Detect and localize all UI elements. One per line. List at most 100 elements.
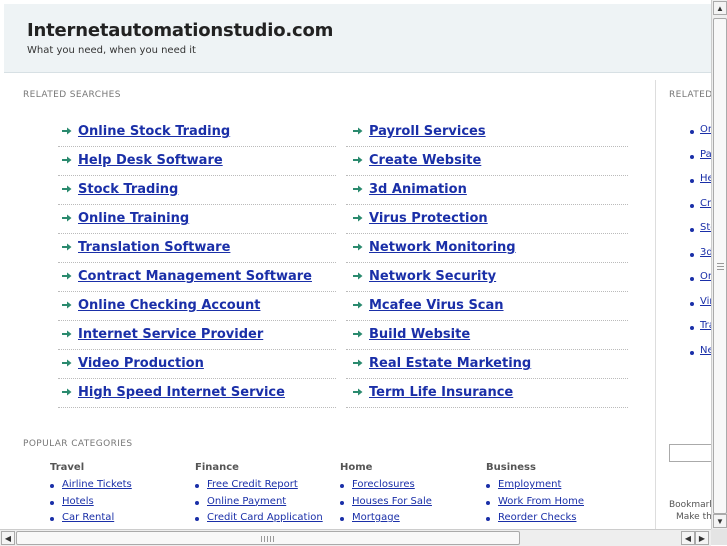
related-search-link[interactable]: 3d Animation bbox=[369, 182, 467, 197]
category-item[interactable]: Mortgage bbox=[340, 512, 432, 529]
arrow-right-icon bbox=[353, 214, 363, 222]
vertical-scroll-thumb[interactable] bbox=[713, 18, 727, 514]
bullet-icon bbox=[690, 179, 694, 183]
category-link[interactable]: Credit Card Application bbox=[207, 512, 323, 523]
arrow-right-icon bbox=[353, 272, 363, 280]
category-link[interactable]: Houses For Sale bbox=[352, 496, 432, 507]
scroll-right-button[interactable]: ▶ bbox=[695, 531, 709, 545]
category-item[interactable]: Houses For Sale bbox=[340, 496, 432, 513]
category-link[interactable]: Work From Home bbox=[498, 496, 584, 507]
related-search-link[interactable]: Real Estate Marketing bbox=[369, 356, 531, 371]
dotted-divider bbox=[346, 349, 628, 350]
category-link[interactable]: Mortgage bbox=[352, 512, 400, 523]
dotted-divider bbox=[346, 233, 628, 234]
related-search-link[interactable]: Online Training bbox=[78, 211, 189, 226]
related-search-link[interactable]: Online Checking Account bbox=[78, 298, 260, 313]
category-link[interactable]: Employment bbox=[498, 479, 561, 490]
related-search-link[interactable]: Build Website bbox=[369, 327, 470, 342]
arrow-right-icon bbox=[353, 301, 363, 309]
dotted-divider bbox=[58, 291, 336, 292]
arrow-right-icon bbox=[353, 330, 363, 338]
bookmark-line-2[interactable]: Make thi bbox=[669, 511, 715, 523]
scroll-left-button[interactable]: ◀ bbox=[1, 531, 15, 545]
related-search-link[interactable]: Online Stock Trading bbox=[78, 124, 230, 139]
category-item[interactable]: Foreclosures bbox=[340, 479, 432, 496]
category-item[interactable]: Airline Tickets bbox=[50, 479, 132, 496]
category-link[interactable]: Car Rental bbox=[62, 512, 114, 523]
dotted-divider bbox=[346, 291, 628, 292]
category-item[interactable]: Hotels bbox=[50, 496, 132, 513]
related-search-link[interactable]: Virus Protection bbox=[369, 211, 488, 226]
dotted-divider bbox=[58, 146, 336, 147]
horizontal-scrollbar[interactable]: ◀ ◀ ▶ bbox=[0, 529, 711, 546]
bookmark-line-1[interactable]: Bookmark bbox=[669, 499, 715, 511]
grip-icon bbox=[717, 263, 724, 271]
dotted-divider bbox=[58, 233, 336, 234]
related-search-link[interactable]: Video Production bbox=[78, 356, 204, 371]
related-search-link[interactable]: Contract Management Software bbox=[78, 269, 312, 284]
bullet-icon bbox=[50, 500, 54, 505]
category-item[interactable]: Employment bbox=[486, 479, 584, 496]
arrow-right-icon bbox=[62, 185, 72, 193]
sidebar-related-label: RELATED bbox=[669, 90, 713, 100]
category-column: Travel Airline Tickets Hotels Car Rental bbox=[50, 462, 132, 529]
related-search-link[interactable]: Mcafee Virus Scan bbox=[369, 298, 504, 313]
vertical-scrollbar[interactable]: ▲ ▼ bbox=[711, 0, 727, 529]
bullet-icon bbox=[690, 350, 694, 355]
category-list: Foreclosures Houses For Sale Mortgage bbox=[340, 479, 432, 529]
related-search-link[interactable]: Create Website bbox=[369, 153, 481, 168]
scroll-up-button[interactable]: ▲ bbox=[713, 1, 727, 15]
page-viewport: Internetautomationstudio.com What you ne… bbox=[0, 0, 711, 529]
related-search-link[interactable]: Translation Software bbox=[78, 240, 230, 255]
arrow-right-icon bbox=[353, 359, 363, 367]
category-item[interactable]: Reorder Checks bbox=[486, 512, 584, 529]
dotted-divider bbox=[346, 407, 628, 408]
scroll-left-button-2[interactable]: ◀ bbox=[681, 531, 695, 545]
site-title[interactable]: Internetautomationstudio.com bbox=[27, 20, 333, 41]
bullet-icon bbox=[195, 517, 199, 521]
related-searches-label: RELATED SEARCHES bbox=[23, 90, 121, 100]
related-search-link[interactable]: Network Security bbox=[369, 269, 496, 284]
category-link[interactable]: Free Credit Report bbox=[207, 479, 298, 490]
related-search-link[interactable]: Internet Service Provider bbox=[78, 327, 263, 342]
bullet-icon bbox=[486, 500, 490, 505]
bullet-icon bbox=[195, 484, 199, 488]
category-link[interactable]: Hotels bbox=[62, 496, 94, 507]
category-link[interactable]: Foreclosures bbox=[352, 479, 415, 490]
related-search-link[interactable]: Term Life Insurance bbox=[369, 385, 513, 400]
arrow-right-icon bbox=[353, 243, 363, 251]
category-item[interactable]: Car Rental bbox=[50, 512, 132, 529]
bullet-icon bbox=[690, 301, 694, 306]
arrow-right-icon bbox=[62, 127, 72, 135]
related-search-link[interactable]: Stock Trading bbox=[78, 182, 178, 197]
related-search-link[interactable]: Help Desk Software bbox=[78, 153, 223, 168]
arrow-right-icon bbox=[353, 185, 363, 193]
dotted-divider bbox=[58, 320, 336, 321]
scroll-down-button[interactable]: ▼ bbox=[713, 514, 727, 528]
dotted-divider bbox=[346, 175, 628, 176]
bookmark-text[interactable]: Bookmark Make thi bbox=[669, 499, 715, 523]
bullet-icon bbox=[690, 228, 694, 232]
arrow-right-icon bbox=[353, 127, 363, 135]
arrow-right-icon bbox=[353, 388, 363, 396]
related-search-link[interactable]: Network Monitoring bbox=[369, 240, 516, 255]
category-link[interactable]: Online Payment bbox=[207, 496, 286, 507]
category-item[interactable]: Free Credit Report bbox=[195, 479, 323, 496]
category-item[interactable]: Online Payment bbox=[195, 496, 323, 513]
dotted-divider bbox=[346, 378, 628, 379]
site-header: Internetautomationstudio.com What you ne… bbox=[4, 4, 711, 73]
category-list: Airline Tickets Hotels Car Rental bbox=[50, 479, 132, 529]
arrow-right-icon bbox=[62, 359, 72, 367]
category-link[interactable]: Airline Tickets bbox=[62, 479, 132, 490]
bullet-icon bbox=[690, 252, 694, 257]
popular-categories-label: POPULAR CATEGORIES bbox=[23, 439, 133, 449]
horizontal-scroll-thumb[interactable] bbox=[16, 531, 520, 545]
dotted-divider bbox=[58, 349, 336, 350]
related-search-link[interactable]: High Speed Internet Service bbox=[78, 385, 285, 400]
site-tagline: What you need, when you need it bbox=[27, 45, 196, 56]
category-item[interactable]: Work From Home bbox=[486, 496, 584, 513]
bullet-icon bbox=[690, 154, 694, 159]
category-item[interactable]: Credit Card Application bbox=[195, 512, 323, 529]
related-search-link[interactable]: Payroll Services bbox=[369, 124, 486, 139]
category-link[interactable]: Reorder Checks bbox=[498, 512, 576, 523]
